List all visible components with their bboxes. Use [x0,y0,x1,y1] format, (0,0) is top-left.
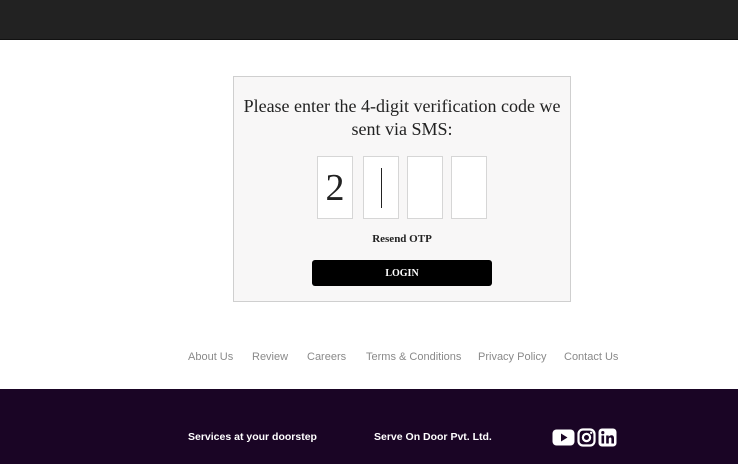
linkedin-icon[interactable] [597,427,617,447]
footer-link-about[interactable]: About Us [188,351,233,363]
footer-links: About Us Review Careers Terms & Conditio… [0,351,738,367]
footer-bar: Services at your doorstep Serve On Door … [0,389,738,464]
instagram-icon[interactable] [577,427,596,447]
footer-link-review[interactable]: Review [252,351,288,363]
footer-link-contact[interactable]: Contact Us [564,351,618,363]
footer-link-terms[interactable]: Terms & Conditions [366,351,461,363]
resend-otp-link[interactable]: Resend OTP [234,233,570,245]
otp-digit-4[interactable] [451,156,487,219]
login-button[interactable]: LOGIN [312,260,492,286]
text-caret [381,168,382,208]
footer-link-careers[interactable]: Careers [307,351,346,363]
otp-digit-1[interactable]: 2 [317,156,353,219]
footer-company-name: Serve On Door Pvt. Ltd. [374,431,492,443]
otp-prompt: Please enter the 4-digit verification co… [243,96,561,139]
top-nav-bar [0,0,738,40]
youtube-icon[interactable] [552,427,575,447]
otp-card: Please enter the 4-digit verification co… [233,76,571,302]
footer-link-privacy[interactable]: Privacy Policy [478,351,546,363]
otp-digit-3[interactable] [407,156,443,219]
otp-input-group: 2 [317,156,489,219]
otp-digit-2[interactable] [363,156,399,219]
footer-tagline: Services at your doorstep [188,431,317,443]
